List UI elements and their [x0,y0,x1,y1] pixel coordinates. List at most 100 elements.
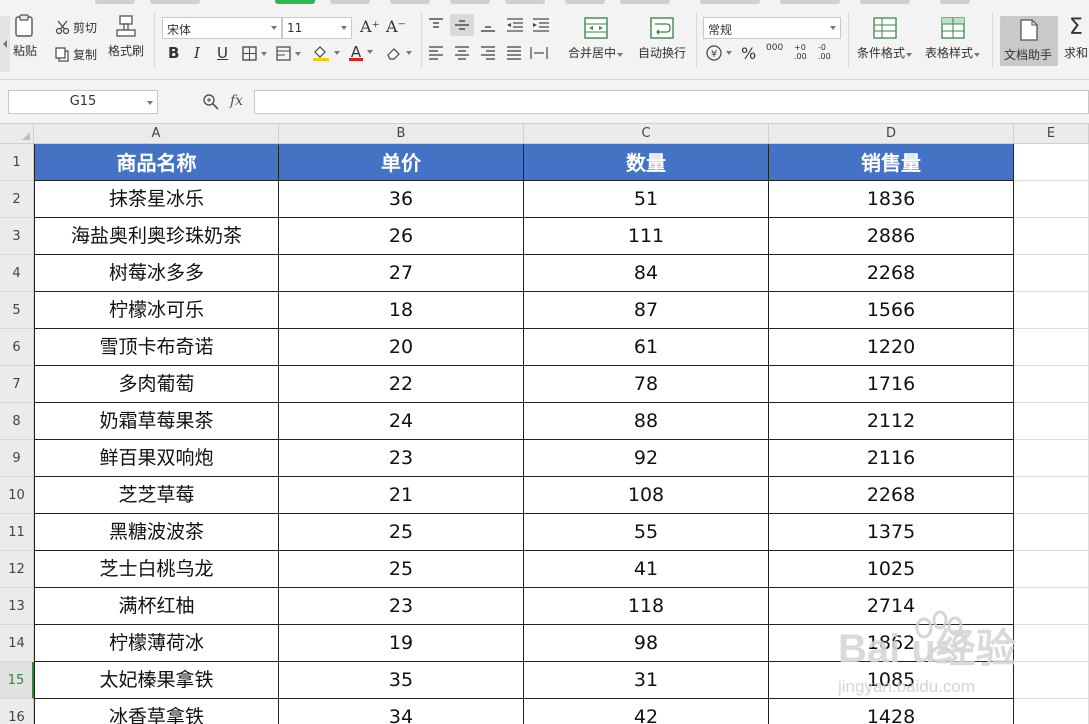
ribbon-tab[interactable] [780,0,840,4]
row-header-15[interactable]: 15 [0,662,34,699]
align-right-icon[interactable] [480,46,496,60]
table-cell[interactable]: 21 [279,477,524,514]
empty-cell[interactable] [1014,403,1089,440]
table-cell[interactable]: 抹茶星冰乐 [34,181,279,218]
table-cell[interactable]: 鲜百果双响炮 [34,440,279,477]
table-cell[interactable]: 1025 [769,551,1014,588]
percent-button[interactable]: % [741,44,756,63]
table-cell[interactable]: 42 [524,699,769,724]
table-cell[interactable]: 雪顶卡布奇诺 [34,329,279,366]
copy-button[interactable]: 复制 [55,46,97,63]
table-cell[interactable]: 1220 [769,329,1014,366]
table-cell[interactable]: 61 [524,329,769,366]
font-color-button[interactable]: A [349,43,373,61]
table-cell[interactable]: 22 [279,366,524,403]
thousands-button[interactable]: 000 [766,44,783,53]
empty-cell[interactable] [1014,588,1089,625]
fill-color-button[interactable] [312,45,340,61]
align-bottom-icon[interactable] [480,18,496,32]
align-left-icon[interactable] [428,46,444,60]
ribbon-tab[interactable] [505,0,545,4]
table-header-cell[interactable]: 销售量 [769,144,1014,181]
table-style-button[interactable]: 表格样式 [925,16,981,61]
name-box[interactable]: G15 [8,90,158,114]
row-header-1[interactable]: 1 [0,144,34,181]
insert-function-button[interactable]: fx [230,93,243,109]
empty-cell[interactable] [1014,514,1089,551]
table-cell[interactable]: 1716 [769,366,1014,403]
wrap-text-button[interactable]: 自动换行 [638,16,686,61]
format-painter-button[interactable]: 格式刷 [108,14,144,59]
conditional-format-button[interactable]: 条件格式 [857,16,913,61]
table-cell[interactable]: 2116 [769,440,1014,477]
table-cell[interactable]: 36 [279,181,524,218]
bold-button[interactable]: B [168,44,179,62]
formula-input[interactable] [254,90,1089,114]
ribbon-tab[interactable] [700,0,760,4]
table-cell[interactable]: 27 [279,255,524,292]
align-top-icon[interactable] [428,18,444,32]
empty-cell[interactable] [1014,440,1089,477]
table-cell[interactable]: 23 [279,588,524,625]
empty-cell[interactable] [1014,329,1089,366]
row-header-16[interactable]: 16 [0,699,34,724]
table-cell[interactable]: 1862 [769,625,1014,662]
table-cell[interactable]: 1085 [769,662,1014,699]
zoom-icon[interactable] [202,93,220,111]
table-cell[interactable]: 34 [279,699,524,724]
ribbon-scroll-left[interactable] [0,16,10,72]
table-cell[interactable]: 黑糖波波茶 [34,514,279,551]
align-middle-button[interactable] [450,14,474,36]
row-header-12[interactable]: 12 [0,551,34,588]
ribbon-tab[interactable] [860,0,910,4]
table-cell[interactable]: 20 [279,329,524,366]
table-cell[interactable]: 2112 [769,403,1014,440]
select-all-corner[interactable] [0,124,34,144]
row-header-4[interactable]: 4 [0,255,34,292]
table-cell[interactable]: 98 [524,625,769,662]
table-cell[interactable]: 满杯红柚 [34,588,279,625]
row-header-2[interactable]: 2 [0,181,34,218]
empty-cell[interactable] [1014,144,1089,181]
column-header-c[interactable]: C [524,124,769,144]
ribbon-tab[interactable] [390,0,430,4]
justify-icon[interactable] [506,46,522,60]
font-size-select[interactable]: 11 [282,17,352,39]
table-cell[interactable]: 18 [279,292,524,329]
table-cell[interactable]: 108 [524,477,769,514]
table-cell[interactable]: 2714 [769,588,1014,625]
table-cell[interactable]: 41 [524,551,769,588]
table-cell[interactable]: 奶霜草莓果茶 [34,403,279,440]
table-cell[interactable]: 118 [524,588,769,625]
row-header-6[interactable]: 6 [0,329,34,366]
row-header-3[interactable]: 3 [0,218,34,255]
decrease-font-button[interactable]: A⁻ [386,17,406,36]
table-cell[interactable]: 多肉葡萄 [34,366,279,403]
table-cell[interactable]: 31 [524,662,769,699]
table-cell[interactable]: 1375 [769,514,1014,551]
table-cell[interactable]: 芝士白桃乌龙 [34,551,279,588]
table-cell[interactable]: 55 [524,514,769,551]
ribbon-tab-start[interactable] [275,0,315,4]
sum-button[interactable]: Σ 求和 [1064,16,1088,61]
row-header-5[interactable]: 5 [0,292,34,329]
empty-cell[interactable] [1014,181,1089,218]
doc-helper-button[interactable]: 文档助手 [1000,16,1058,66]
column-header-a[interactable]: A [34,124,279,144]
ribbon-tab[interactable] [150,0,200,4]
empty-cell[interactable] [1014,662,1089,699]
table-cell[interactable]: 太妃榛果拿铁 [34,662,279,699]
row-header-8[interactable]: 8 [0,403,34,440]
clear-button[interactable] [386,46,412,60]
empty-cell[interactable] [1014,255,1089,292]
border-button[interactable] [242,46,267,61]
table-cell[interactable]: 芝芝草莓 [34,477,279,514]
row-header-14[interactable]: 14 [0,625,34,662]
column-header-d[interactable]: D [769,124,1014,144]
cell-style-button[interactable] [276,46,301,61]
table-cell[interactable]: 111 [524,218,769,255]
table-cell[interactable]: 1836 [769,181,1014,218]
table-cell[interactable]: 2268 [769,477,1014,514]
cut-button[interactable]: 剪切 [55,19,97,36]
table-cell[interactable]: 23 [279,440,524,477]
